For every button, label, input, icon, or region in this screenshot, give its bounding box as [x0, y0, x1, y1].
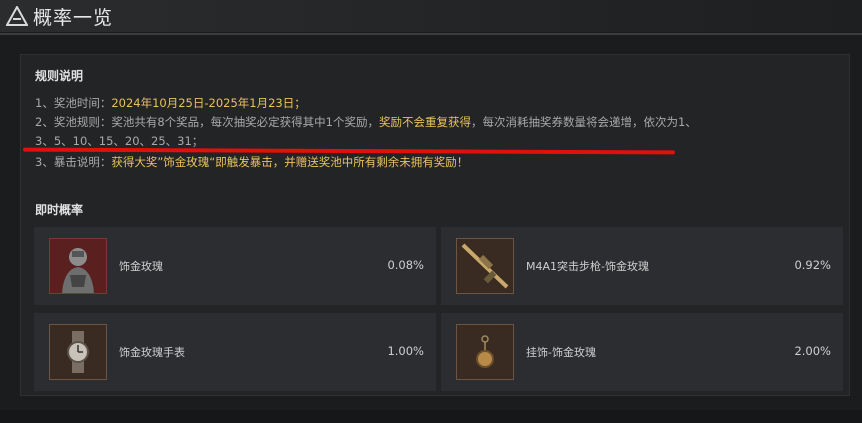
prize-name: 饰金玫瑰手表	[119, 346, 185, 359]
rule-no-repeat-highlight: 奖励不会重复获得	[378, 115, 471, 129]
rifle-icon	[456, 238, 514, 294]
prize-rate: 2.00%	[794, 344, 831, 358]
rule-ticket-sequence: 3、5、10、15、20、25、31；	[35, 134, 204, 148]
rule-pool-rules-text: 2、奖池规则：奖池共有8个奖品，每次抽奖必定获得其中1个奖励，	[35, 115, 379, 129]
rule-pool-time-value: 2024年10月25日-2025年1月23日；	[111, 96, 306, 110]
rule-pool-rules-suffix: ，每次消耗抽奖券数量将会递增，依次为1、	[470, 115, 697, 129]
header-divider	[0, 33, 862, 35]
probability-panel: 规则说明 1、奖池时间：2024年10月25日-2025年1月23日； 2、奖池…	[20, 54, 850, 396]
prize-rate: 1.00%	[387, 344, 424, 358]
warning-icon	[6, 6, 28, 26]
probability-heading: 即时概率	[35, 203, 84, 217]
prize-rate: 0.92%	[794, 258, 831, 272]
watch-icon	[49, 324, 107, 380]
prize-card[interactable]: 挂饰-饰金玫瑰 2.00%	[441, 313, 843, 391]
rule-crit-label: 3、暴击说明：	[35, 155, 112, 169]
rule-pool-time: 1、奖池时间：2024年10月25日-2025年1月23日；	[35, 95, 306, 111]
bottom-bar	[0, 410, 862, 423]
rule-pool-time-label: 1、奖池时间：	[35, 96, 112, 110]
prize-card[interactable]: 饰金玫瑰 0.08%	[34, 227, 436, 305]
title-bar: 概率一览	[0, 0, 862, 32]
prize-rate: 0.08%	[387, 258, 424, 272]
prize-card[interactable]: 饰金玫瑰手表 1.00%	[34, 313, 436, 391]
rule-pool-rules: 2、奖池规则：奖池共有8个奖品，每次抽奖必定获得其中1个奖励，奖励不会重复获得，…	[35, 114, 697, 130]
prize-card[interactable]: M4A1突击步枪-饰金玫瑰 0.92%	[441, 227, 843, 305]
charm-icon	[456, 324, 514, 380]
page-title: 概率一览	[33, 7, 114, 29]
gold-rose-operator-icon	[49, 238, 107, 294]
rules-heading: 规则说明	[35, 69, 84, 83]
prize-name: M4A1突击步枪-饰金玫瑰	[526, 260, 649, 273]
rule-crit: 3、暴击说明：获得大奖”饰金玫瑰“即触发暴击，并赠送奖池中所有剩余未拥有奖励！	[35, 154, 468, 170]
prize-name: 挂饰-饰金玫瑰	[526, 346, 596, 359]
rule-crit-highlight: 获得大奖”饰金玫瑰“即触发暴击，并赠送奖池中所有剩余未拥有奖励！	[111, 155, 469, 169]
prize-name: 饰金玫瑰	[119, 260, 163, 273]
